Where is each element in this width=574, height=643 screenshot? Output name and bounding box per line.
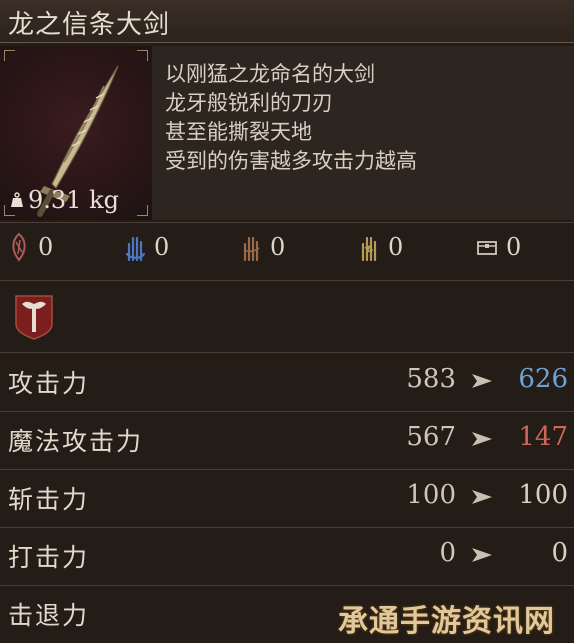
watermark-logo: 承通手游资讯网 [338,604,555,639]
stat-label: 攻击力 [8,369,90,398]
item-description: 以刚猛之龙命名的大剑 龙牙般锐利的刀刃 甚至能撕裂天地 受到的伤害越多攻击力越高 [165,60,417,176]
stat-label: 斩击力 [8,485,90,514]
title-bar: 龙之信条大剑 [0,0,574,42]
resistance-value: 0 [270,233,286,261]
description-line: 以刚猛之龙命名的大剑 [165,62,375,86]
item-title: 龙之信条大剑 [8,10,171,40]
title-divider [0,42,574,43]
resistance-blood: 0 [8,232,53,262]
description-line: 受到的伤害越多攻击力越高 [165,149,417,173]
arrow-right-icon [472,490,492,504]
axe-hammer-badge-icon [15,295,53,340]
stat-divider [0,352,574,353]
section-divider [0,280,574,281]
resistance-lightning: 0 [358,232,403,262]
attribute-row: 0 0 0 0 0 [0,232,574,268]
stat-next-value: 147 [518,422,568,452]
stat-label: 魔法攻击力 [8,427,144,456]
arrow-right-icon [472,374,492,388]
stat-current-value: 583 [406,364,456,394]
resistance-fire: 0 [240,232,285,262]
stat-row-strike: 打击力 0 0 [0,528,574,585]
stat-row-attack: 攻击力 583 626 [0,354,574,411]
stat-current-value: 100 [406,480,456,510]
stat-next-value: 626 [518,364,568,394]
stat-row-magic-attack: 魔法攻击力 567 147 [0,412,574,469]
lightning-claw-icon [361,236,377,262]
resistance-value: 0 [506,233,522,261]
fire-claw-icon [243,236,260,262]
stat-current-value: 0 [439,538,456,568]
chest-icon [477,241,497,255]
stat-label: 打击力 [8,543,90,572]
stat-label: 击退力 [8,601,90,630]
arrow-right-icon [472,432,492,446]
weight-display: 9.31 kg [10,186,119,214]
stat-row-slash: 斩击力 100 100 [0,470,574,527]
resistance-chest: 0 [476,232,521,262]
section-divider [0,222,574,223]
resistance-value: 0 [38,233,54,261]
weight-icon [11,192,23,207]
blood-claw-icon [12,232,26,262]
description-line: 甚至能撕裂天地 [165,120,312,144]
description-line: 龙牙般锐利的刀刃 [165,91,333,115]
stat-next-value: 100 [518,480,568,510]
stat-next-value: 0 [551,538,568,568]
resistance-magic: 0 [124,232,169,262]
resistance-value: 0 [154,233,170,261]
weight-value: 9.31 kg [28,186,119,214]
magic-hand-icon [125,236,146,262]
stat-current-value: 567 [406,422,456,452]
resistance-value: 0 [388,233,404,261]
arrow-right-icon [472,548,492,562]
